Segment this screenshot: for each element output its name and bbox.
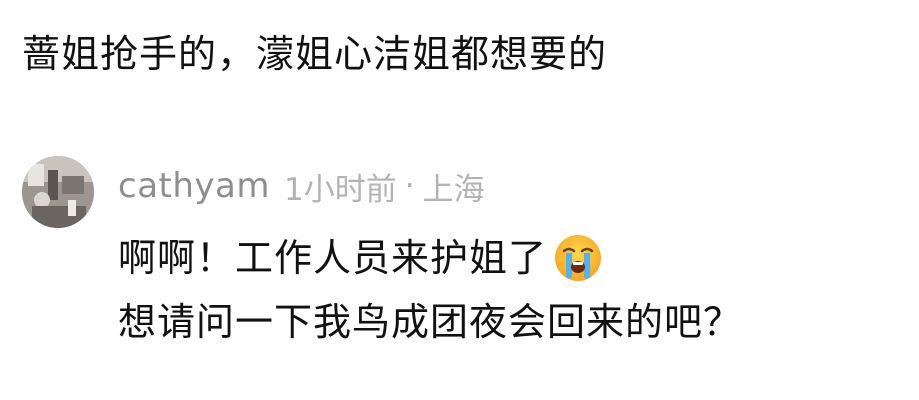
meta-separator: · [404,168,415,204]
loudly-crying-face-icon [553,233,603,283]
avatar-image [22,156,94,228]
reply-line-1: 啊啊！工作人员来护姐了 [118,226,742,290]
reply-location: 上海 [422,171,485,208]
comment-thread: 蔷姐抢手的，濛姐心洁姐都想要的 cathyam 1小时前 · 上海 啊啊！工作人… [0,0,919,400]
reply-time: 1小时前 [283,171,397,208]
reply-line-1-text: 啊啊！工作人员来护姐了 [118,236,548,280]
comment-text: 蔷姐抢手的，濛姐心洁姐都想要的 [22,32,608,76]
reply-username[interactable]: cathyam [118,166,270,206]
avatar[interactable] [22,156,94,228]
reply-line-2-text: 想请问一下我鸟成团夜会回来的吧？ [118,300,743,344]
reply-meta: cathyam 1小时前 · 上海 [118,162,485,210]
reply-body: 啊啊！工作人员来护姐了 想请问一下我鸟成团夜会回来的吧？ [118,226,742,354]
reply-line-2: 想请问一下我鸟成团夜会回来的吧？ [118,290,742,354]
